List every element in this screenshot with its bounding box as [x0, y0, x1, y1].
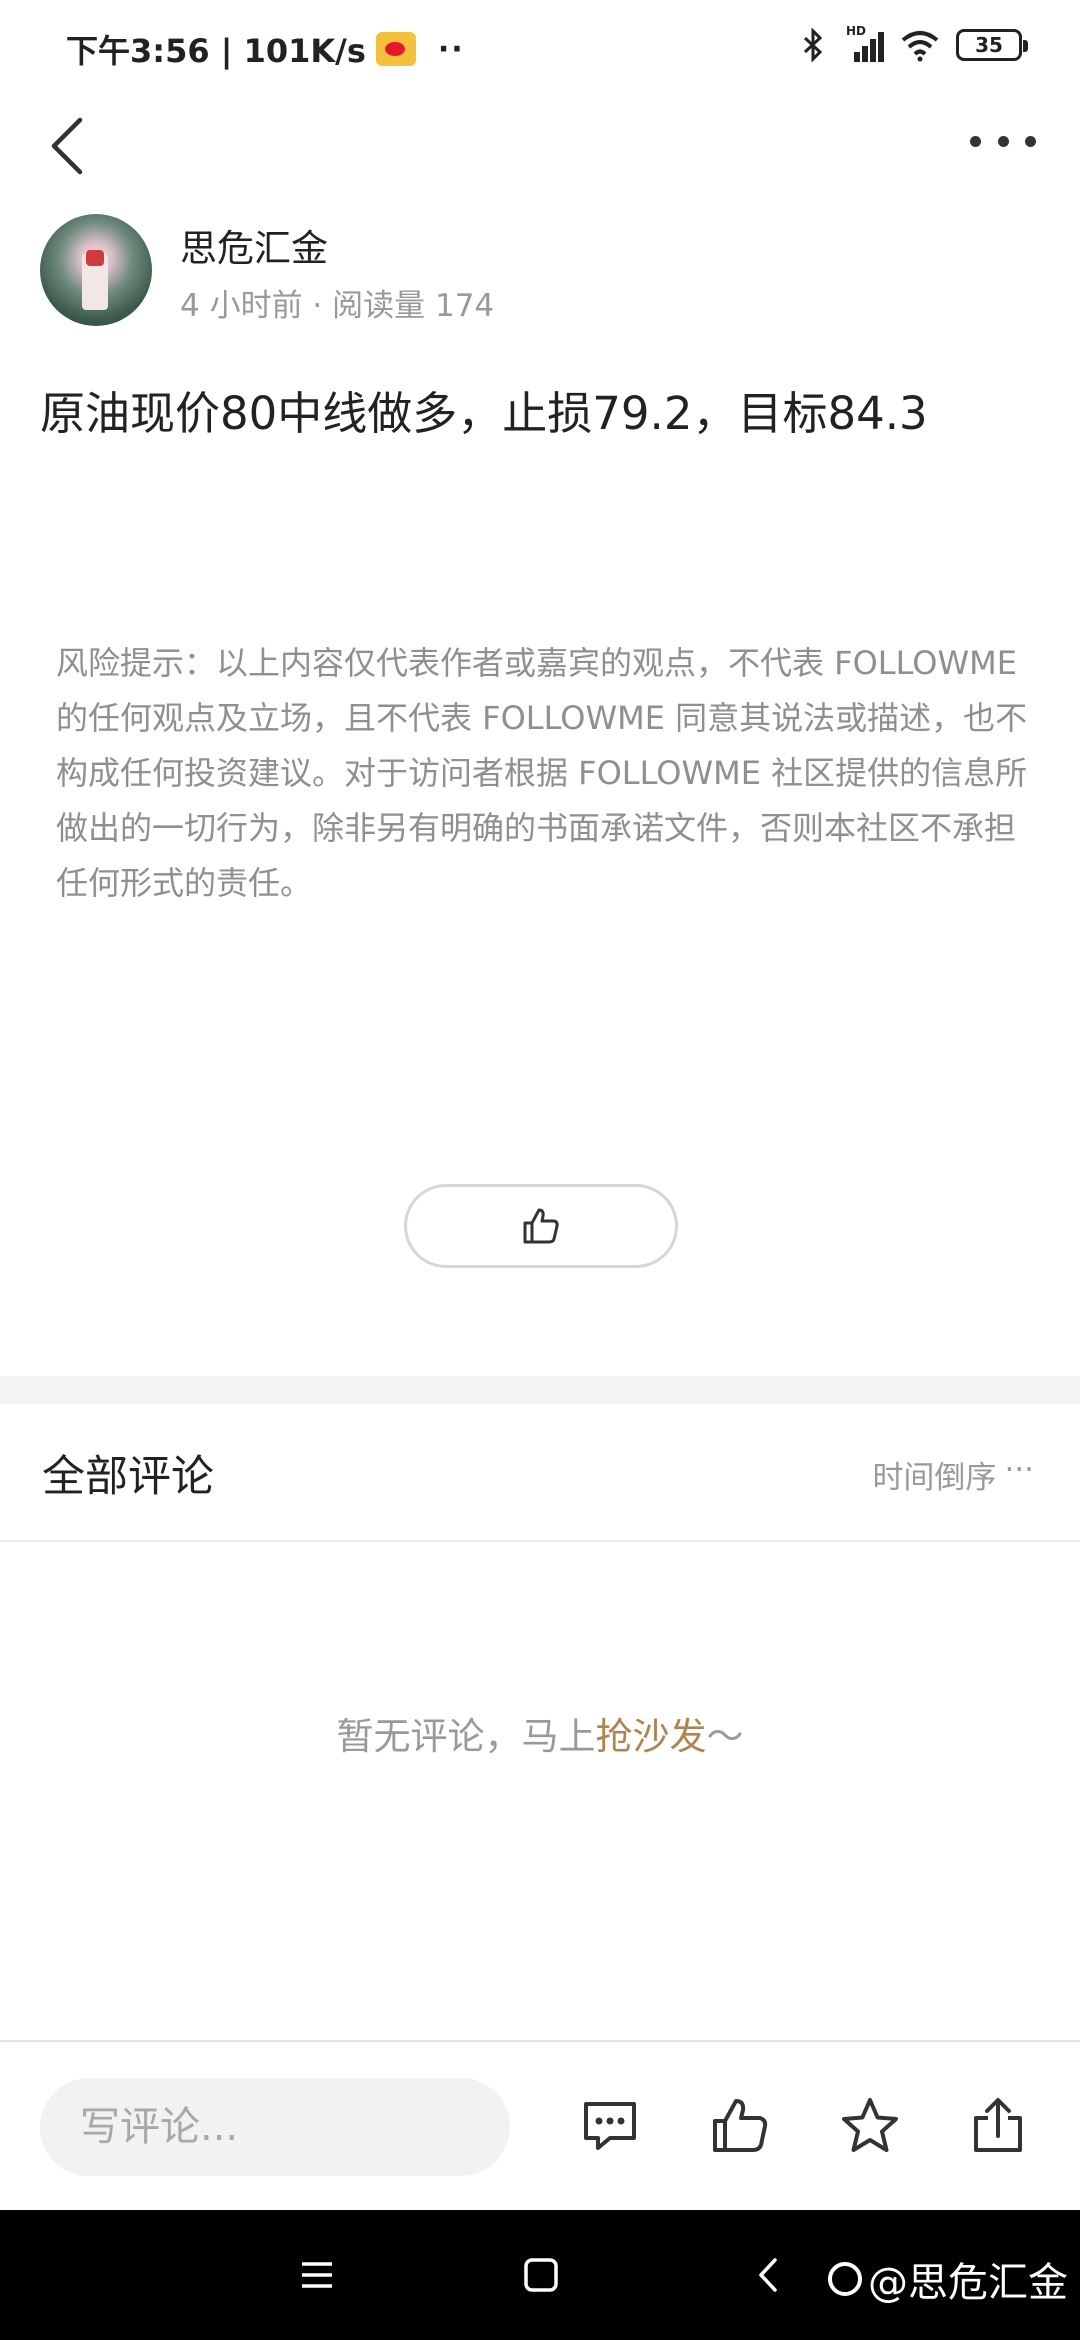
status-right: HD 35 [798, 24, 1028, 62]
watermark: @思危汇金 [828, 2250, 1068, 2308]
sort-label: 时间倒序 [872, 1460, 997, 1496]
thumbs-up-icon[interactable] [710, 2096, 770, 2156]
empty-prefix: 暂无评论，马上 [336, 1715, 596, 1758]
bottom-bar-rule [0, 2040, 1080, 2042]
comments-heading: 全部评论 [42, 1452, 214, 1502]
post-content: 原油现价80中线做多，止损79.2，目标84.3 [40, 387, 928, 440]
comment-input[interactable]: 写评论... [40, 2078, 510, 2176]
more-options-button[interactable] [970, 126, 1036, 156]
home-icon[interactable] [516, 2250, 566, 2300]
share-icon[interactable] [968, 2096, 1028, 2156]
signal-icon: HD [844, 24, 884, 62]
watermark-text: @思危汇金 [868, 2260, 1068, 2306]
sort-order-control[interactable]: 时间倒序 ··· [872, 1452, 1034, 1497]
status-left: 下午3:56 | 101K/s ·· [66, 26, 465, 72]
thumbs-up-icon [523, 1208, 559, 1244]
notification-dots: ·· [437, 31, 465, 67]
risk-disclaimer: 风险提示：以上内容仅代表作者或嘉宾的观点，不代表 FOLLOWME 的任何观点及… [56, 644, 1028, 902]
more-dot-icon [970, 135, 981, 147]
like-post-button[interactable] [404, 1184, 678, 1268]
first-comment-link[interactable]: 抢沙发 [596, 1715, 707, 1758]
status-time-speed: 下午3:56 | 101K/s [66, 32, 366, 70]
system-nav-bar: @思危汇金 [0, 2210, 1080, 2340]
bluetooth-icon [803, 28, 823, 62]
empty-comments-message: 暂无评论，马上抢沙发～ [0, 1706, 1080, 1760]
status-bar: 下午3:56 | 101K/s ·· HD 35 [0, 0, 1080, 90]
back-button[interactable] [44, 114, 94, 178]
battery-icon: 35 [956, 29, 1028, 61]
post-meta: 4 小时前 · 阅读量 174 [180, 288, 495, 324]
author-name[interactable]: 思危汇金 [180, 218, 328, 272]
comments-rule [0, 1540, 1080, 1542]
weibo-icon [375, 32, 416, 66]
wifi-icon [901, 31, 939, 62]
menu-icon[interactable] [292, 2250, 342, 2300]
more-dot-icon [1025, 135, 1036, 147]
watermark-logo-icon [828, 2262, 862, 2296]
star-icon[interactable] [840, 2096, 900, 2156]
author-avatar[interactable] [40, 214, 152, 326]
empty-suffix: ～ [706, 1715, 744, 1758]
comments-icon[interactable] [580, 2096, 640, 2156]
sort-more-icon: ··· [1004, 1452, 1034, 1488]
section-divider [0, 1376, 1080, 1404]
more-dot-icon [997, 135, 1009, 147]
system-back-icon[interactable] [744, 2250, 794, 2300]
